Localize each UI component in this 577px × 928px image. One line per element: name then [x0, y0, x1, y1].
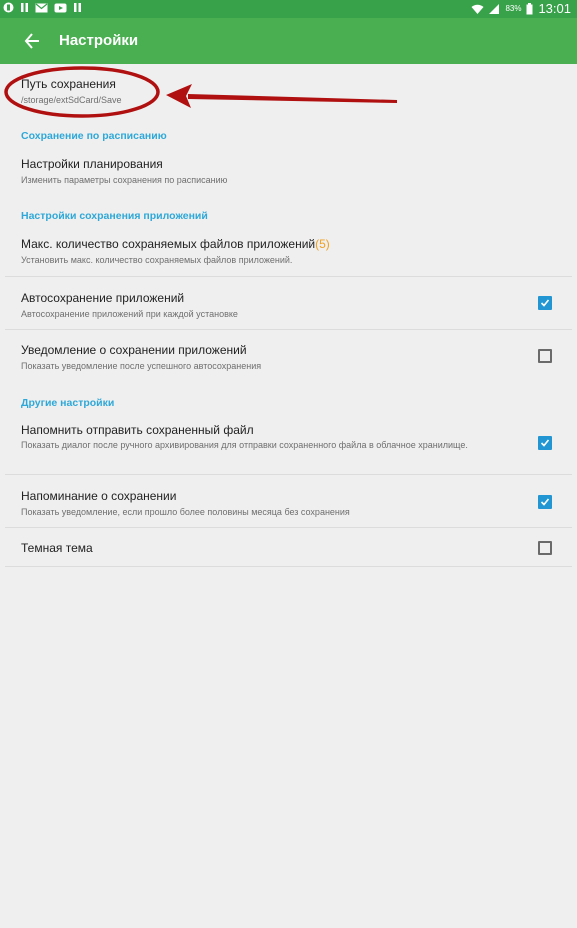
youtube-icon — [54, 3, 67, 12]
setting-title: Напоминание о сохранении — [21, 489, 177, 503]
setting-schedule[interactable]: Настройки планирования Изменить параметр… — [5, 152, 572, 192]
setting-title: Путь сохранения — [21, 77, 116, 91]
max-files-count: (5) — [315, 237, 330, 251]
section-header-other: Другие настройки — [21, 397, 115, 409]
setting-subtitle: Показать уведомление после успешного авт… — [21, 361, 262, 371]
clock: 13:01 — [538, 1, 571, 16]
setting-title: Уведомление о сохранении приложений — [21, 343, 247, 357]
app-toolbar: Настройки — [0, 18, 577, 64]
status-bar: 83% 13:01 — [0, 0, 577, 18]
pause-icon — [21, 3, 28, 12]
notification-icons — [3, 2, 82, 13]
section-header-schedule: Сохранение по расписанию — [21, 130, 167, 142]
signal-icon — [489, 3, 500, 14]
system-indicators: 83% 13:01 — [471, 1, 571, 16]
setting-subtitle: Автосохранение приложений при каждой уст… — [21, 309, 238, 319]
setting-remind-send[interactable]: Напомнить отправить сохраненный файл Пок… — [5, 418, 572, 474]
setting-title: Напомнить отправить сохраненный файл — [21, 423, 254, 437]
checkmark-icon — [540, 439, 550, 447]
setting-subtitle: Показать диалог после ручного архивирова… — [21, 440, 468, 450]
setting-save-path[interactable]: Путь сохранения /storage/extSdCard/Save — [5, 74, 572, 114]
setting-max-files[interactable]: Макс. количество сохраняемых файлов прил… — [5, 232, 572, 276]
wifi-icon — [471, 4, 484, 14]
checkmark-icon — [540, 498, 550, 506]
setting-subtitle: /storage/extSdCard/Save — [21, 95, 122, 105]
setting-subtitle: Показать уведомление, если прошло более … — [21, 507, 350, 517]
mail-icon — [35, 3, 48, 12]
battery-icon — [526, 2, 533, 14]
checkmark-icon — [540, 299, 550, 307]
setting-title: Макс. количество сохраняемых файлов прил… — [21, 237, 330, 251]
setting-title: Темная тема — [21, 541, 93, 555]
setting-title: Настройки планирования — [21, 157, 163, 171]
back-button[interactable] — [22, 30, 44, 52]
save-reminder-checkbox[interactable] — [538, 495, 552, 509]
arrow-left-icon — [24, 33, 39, 49]
setting-autosave[interactable]: Автосохранение приложений Автосохранение… — [5, 277, 572, 329]
remind-send-checkbox[interactable] — [538, 436, 552, 450]
setting-title: Автосохранение приложений — [21, 291, 185, 305]
setting-subtitle: Изменить параметры сохранения по расписа… — [21, 175, 228, 185]
save-notification-checkbox[interactable] — [538, 349, 552, 363]
setting-title-text: Макс. количество сохраняемых файлов прил… — [21, 237, 316, 251]
dark-theme-checkbox[interactable] — [538, 541, 552, 555]
sync-icon — [3, 2, 14, 13]
battery-percent: 83% — [505, 4, 522, 13]
setting-save-notification[interactable]: Уведомление о сохранении приложений Пока… — [5, 330, 572, 382]
divider — [5, 566, 572, 567]
section-header-app-save: Настройки сохранения приложений — [21, 210, 208, 222]
setting-subtitle: Установить макс. количество сохраняемых … — [21, 255, 293, 265]
autosave-checkbox[interactable] — [538, 296, 552, 310]
setting-save-reminder[interactable]: Напоминание о сохранении Показать уведом… — [5, 475, 572, 527]
setting-dark-theme[interactable]: Темная тема — [5, 528, 572, 566]
pause-icon-2 — [74, 3, 81, 12]
page-title: Настройки — [59, 32, 139, 49]
